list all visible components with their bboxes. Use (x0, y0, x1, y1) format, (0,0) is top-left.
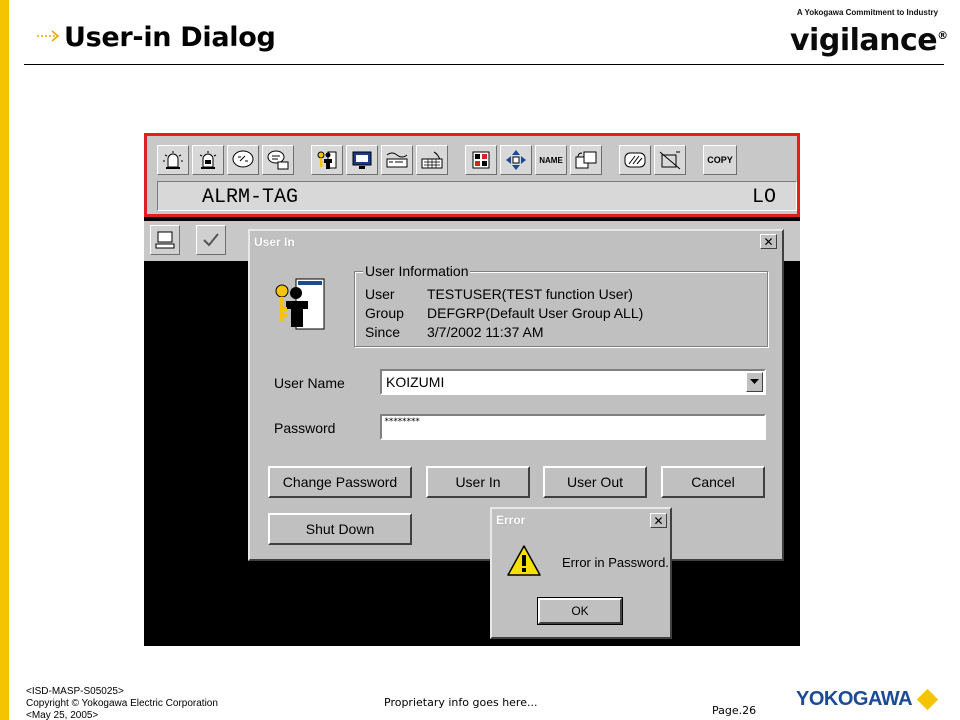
ok-button[interactable]: OK (537, 597, 623, 625)
message-icon[interactable] (227, 145, 259, 175)
error-close-icon[interactable]: ✕ (650, 513, 667, 528)
footer-doc-id: <ISD-MASP-S05025> (26, 686, 124, 697)
dialog-titlebar: User In ✕ (250, 231, 782, 253)
name-input-button[interactable]: NAME (535, 145, 567, 175)
since-value: 3/7/2002 11:37 AM (427, 324, 544, 340)
footer-info: <ISD-MASP-S05025> Copyright © Yokogawa E… (26, 686, 218, 720)
operator-guide-icon[interactable] (262, 145, 294, 175)
recorder-icon[interactable] (381, 145, 413, 175)
footer-copyright: Copyright © Yokogawa Electric Corporatio… (26, 698, 218, 709)
footer-date: <May 25, 2005> (26, 710, 99, 720)
slide-title: User-in Dialog (64, 22, 276, 53)
yokogawa-diamond-icon (916, 688, 939, 711)
password-field[interactable]: ******** (380, 414, 766, 440)
yokogawa-logo: YOKOGAWA (796, 688, 939, 711)
user-value: TESTUSER(TEST function User) (427, 286, 633, 302)
group-value: DEFGRP(Default User Group ALL) (427, 305, 644, 321)
error-dialog-title: Error (496, 513, 526, 527)
alarm-tag-text: ALRM-TAG (202, 186, 299, 209)
process-report-icon[interactable] (465, 145, 497, 175)
copy-button[interactable]: COPY (703, 145, 737, 175)
user-in-button[interactable]: User In (426, 466, 530, 498)
alarm-message-field: ALRM-TAG LO (157, 181, 797, 211)
cancel-button[interactable]: Cancel (661, 466, 765, 498)
password-label: Password (274, 420, 336, 436)
toolbar: NAME COPY (157, 144, 740, 176)
user-name-label: User Name (274, 375, 345, 391)
user-label: User (365, 286, 395, 302)
user-name-combo[interactable]: KOIZUMI (380, 369, 766, 395)
keyboard-icon[interactable] (416, 145, 448, 175)
system-message-panel: NAME COPY ALRM-TAG LO (144, 133, 800, 217)
vigilance-logo: A Yokogawa Commitment to Industry vigila… (790, 8, 948, 60)
group-title: User Information (363, 263, 471, 279)
console-icon[interactable] (150, 225, 180, 255)
page-number: Page.26 (712, 704, 757, 717)
navigation-icon[interactable] (500, 145, 532, 175)
clear-icon[interactable] (619, 145, 651, 175)
shut-down-button[interactable]: Shut Down (268, 513, 412, 545)
registered-mark: ® (937, 29, 948, 42)
alarm-level-text: LO (752, 186, 777, 209)
error-message: Error in Password. (562, 555, 669, 570)
alarm-lamp-icon[interactable] (157, 145, 189, 175)
alarm-lamp-acknowledge-icon[interactable] (192, 145, 224, 175)
user-information-group: User Information User TESTUSER(TEST func… (354, 263, 768, 347)
user-in-icon[interactable] (311, 145, 343, 175)
preset-icon[interactable] (654, 145, 686, 175)
footer-proprietary: Proprietary info goes here... (384, 696, 538, 709)
error-dialog: Error ✕ Error in Password. OK (490, 507, 672, 639)
warning-icon (507, 545, 541, 576)
password-value[interactable]: ******** (384, 417, 420, 427)
title-divider (24, 64, 944, 65)
logo-tagline: A Yokogawa Commitment to Industry (796, 8, 939, 17)
close-icon[interactable]: ✕ (760, 234, 777, 249)
check-icon[interactable] (196, 225, 226, 255)
screen-display-icon[interactable] (346, 145, 378, 175)
window-call-icon[interactable] (570, 145, 602, 175)
change-password-button[interactable]: Change Password (268, 466, 412, 498)
logo-word: vigilance® (790, 17, 948, 60)
dialog-title: User In (254, 235, 295, 249)
user-out-button[interactable]: User Out (543, 466, 647, 498)
user-name-value[interactable]: KOIZUMI (386, 374, 444, 390)
user-key-icon (275, 278, 325, 330)
group-label: Group (365, 305, 404, 321)
chevron-down-icon[interactable] (746, 372, 763, 392)
yokogawa-logo-word: YOKOGAWA (796, 688, 913, 710)
logo-word-text: vigilance (790, 23, 938, 58)
left-accent-bar (0, 0, 9, 720)
title-arrow-icon (37, 30, 60, 42)
since-label: Since (365, 324, 401, 340)
